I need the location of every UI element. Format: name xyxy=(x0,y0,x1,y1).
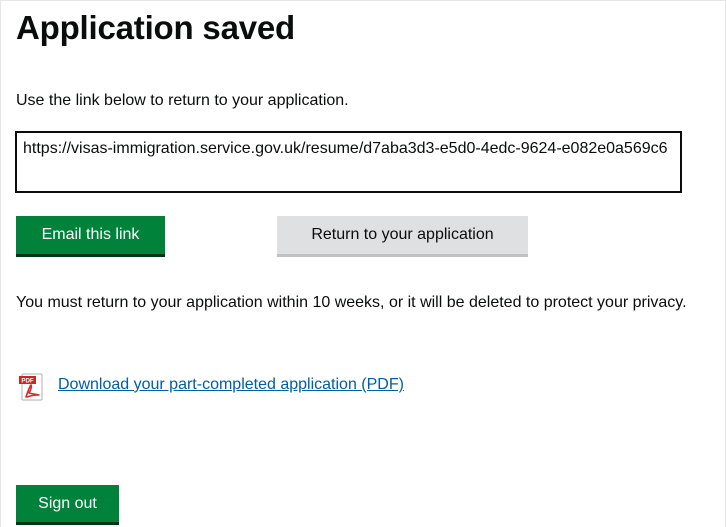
sign-out-button[interactable]: Sign out xyxy=(16,485,119,522)
return-to-application-button[interactable]: Return to your application xyxy=(277,216,528,254)
resume-link-field[interactable]: https://visas-immigration.service.gov.uk… xyxy=(15,131,682,193)
page-title: Application saved xyxy=(16,9,296,46)
page: Application saved Use the link below to … xyxy=(0,0,726,527)
pdf-icon-text: PDF xyxy=(21,378,34,385)
deletion-warning-text: You must return to your application with… xyxy=(16,294,687,311)
pdf-file-icon: PDF xyxy=(18,373,46,401)
intro-text: Use the link below to return to your app… xyxy=(16,92,349,109)
email-link-button[interactable]: Email this link xyxy=(16,216,165,254)
download-pdf-link[interactable]: Download your part-completed application… xyxy=(58,374,404,396)
